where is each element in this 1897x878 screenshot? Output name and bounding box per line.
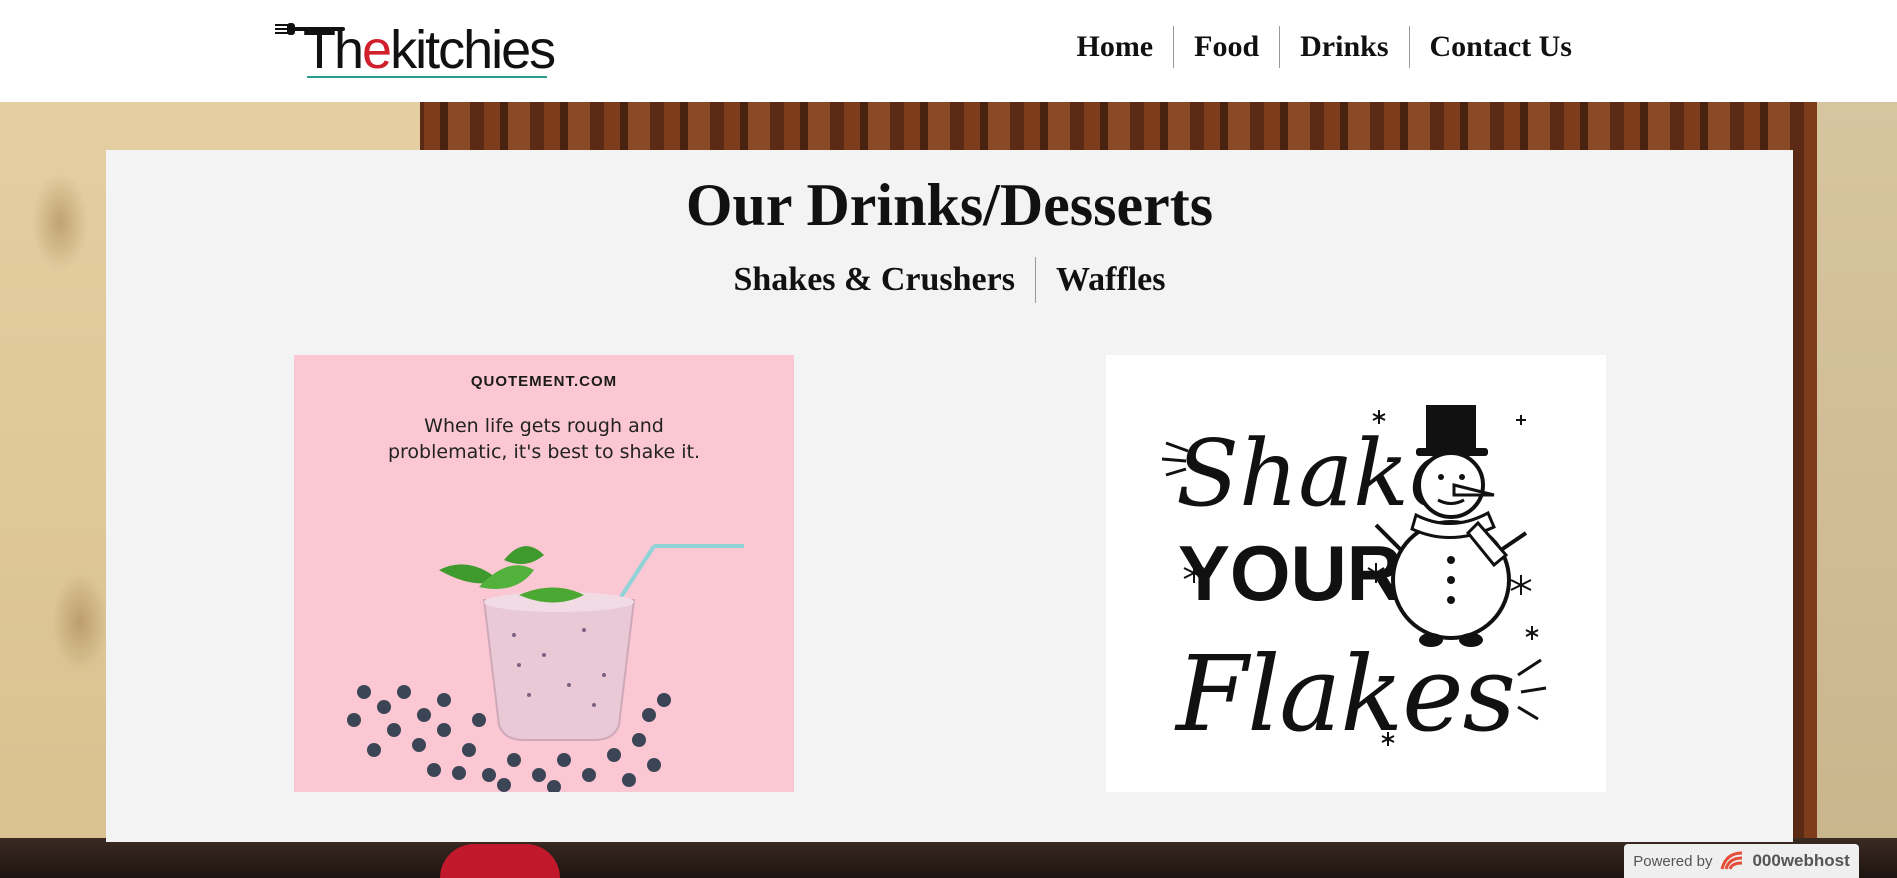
nav-home[interactable]: Home: [1056, 26, 1173, 68]
000webhost-logo-icon: [1720, 851, 1743, 870]
tab-shakes-crushers[interactable]: Shakes & Crushers: [713, 256, 1034, 304]
art-word-flakes: Flakes: [1174, 633, 1516, 755]
logo-the: The: [303, 20, 392, 80]
shake-quote-image: QUOTEMENT.COM When life gets rough and p…: [294, 355, 794, 792]
logo-wordmark: Thekitchies: [303, 20, 556, 80]
site-header: Thekitchies Home Food Drinks Contact Us: [0, 0, 1897, 102]
red-decoration: [440, 844, 560, 878]
art-word-your: YOUR: [1178, 529, 1403, 617]
logo-kitchies: kitchies: [390, 20, 556, 80]
nav-drinks[interactable]: Drinks: [1280, 26, 1408, 68]
powered-by-badge[interactable]: Powered by 000webhost: [1624, 844, 1859, 878]
snowman-illustration: Shake YOUR Flakes: [1161, 405, 1547, 755]
logo-the-accent: e: [362, 20, 392, 80]
shake-your-flakes-image: Shake YOUR Flakes: [1106, 355, 1606, 792]
drinks-panel: Our Drinks/Desserts Shakes & Crushers Wa…: [106, 150, 1793, 842]
nav-contact-us[interactable]: Contact Us: [1410, 26, 1593, 68]
powered-by-brand: 000webhost: [1752, 851, 1850, 870]
powered-by-label: Powered by: [1633, 852, 1713, 870]
logo-underline: [307, 76, 547, 78]
tab-waffles[interactable]: Waffles: [1036, 256, 1186, 304]
nav-food[interactable]: Food: [1174, 26, 1279, 68]
counter: [0, 838, 1897, 878]
page-title: Our Drinks/Desserts: [685, 172, 1214, 238]
main-nav: Home Food Drinks Contact Us: [1056, 26, 1897, 68]
site-logo[interactable]: Thekitchies: [275, 14, 556, 84]
smoothie-illustration: [347, 544, 744, 792]
wallpaper-right: [1817, 102, 1897, 878]
category-tabs: Shakes & Crushers Waffles: [106, 256, 1793, 304]
